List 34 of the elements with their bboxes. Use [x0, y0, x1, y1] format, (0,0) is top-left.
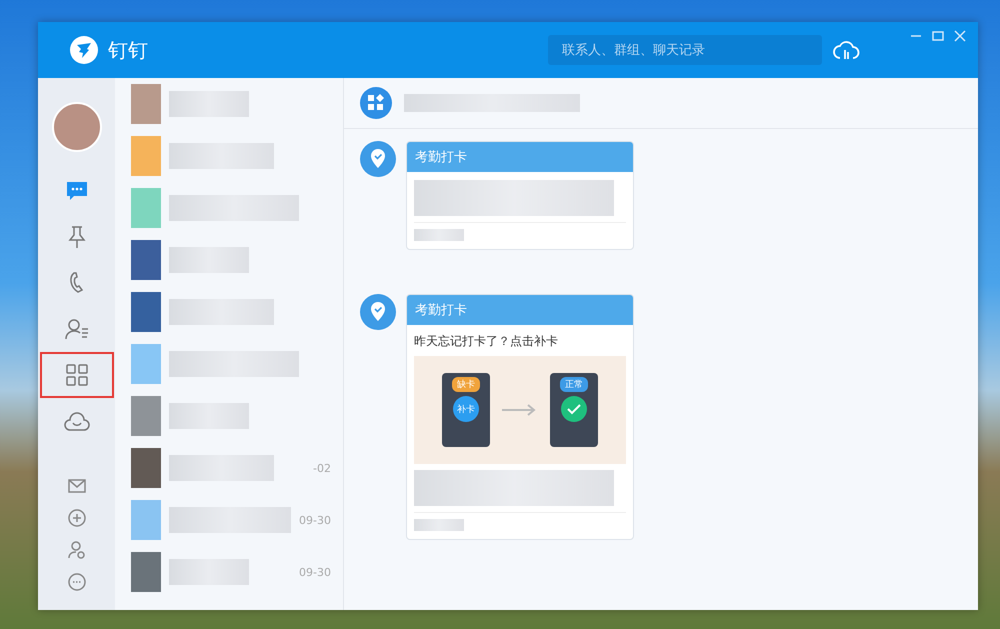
apps-grid-icon	[64, 363, 88, 387]
card-title: 考勤打卡	[407, 295, 633, 325]
pin-icon	[66, 225, 88, 249]
chat-time: 09-30	[299, 566, 331, 578]
mail-icon	[68, 479, 86, 493]
chat-item[interactable]: 09-30	[115, 494, 343, 546]
cloud-icon	[62, 410, 90, 432]
sidebar-item[interactable]	[40, 352, 114, 398]
status-circle: 补卡	[453, 396, 479, 422]
chat-bubble-icon	[64, 180, 88, 202]
card-title: 考勤打卡	[407, 142, 633, 172]
app-logo-icon	[70, 36, 98, 64]
maximize-icon[interactable]	[932, 30, 944, 42]
user-settings-icon	[68, 541, 86, 559]
card-text: 昨天忘记打卡了？点击补卡	[414, 333, 559, 350]
status-badge: 缺卡	[452, 377, 480, 392]
search-field[interactable]: 联系人、群组、聊天记录	[548, 35, 822, 65]
status-badge: 正常	[560, 377, 588, 392]
location-check-icon	[360, 141, 396, 177]
contacts-icon	[64, 317, 90, 341]
chat-item[interactable]: 09-30	[115, 546, 343, 598]
chat-item[interactable]: -02	[115, 442, 343, 494]
check-icon	[561, 396, 587, 422]
more-icon	[68, 573, 86, 591]
location-check-icon	[360, 294, 396, 330]
arrow-icon	[502, 404, 538, 416]
window-title: 钉钉	[108, 36, 148, 64]
close-icon[interactable]	[954, 30, 966, 42]
avatar[interactable]	[52, 102, 102, 152]
app-grid-icon	[360, 87, 392, 119]
cloud-upload-icon[interactable]	[832, 38, 860, 62]
add-icon	[68, 509, 86, 527]
chat-time: -02	[313, 462, 331, 474]
chat-time: 09-30	[299, 514, 331, 526]
